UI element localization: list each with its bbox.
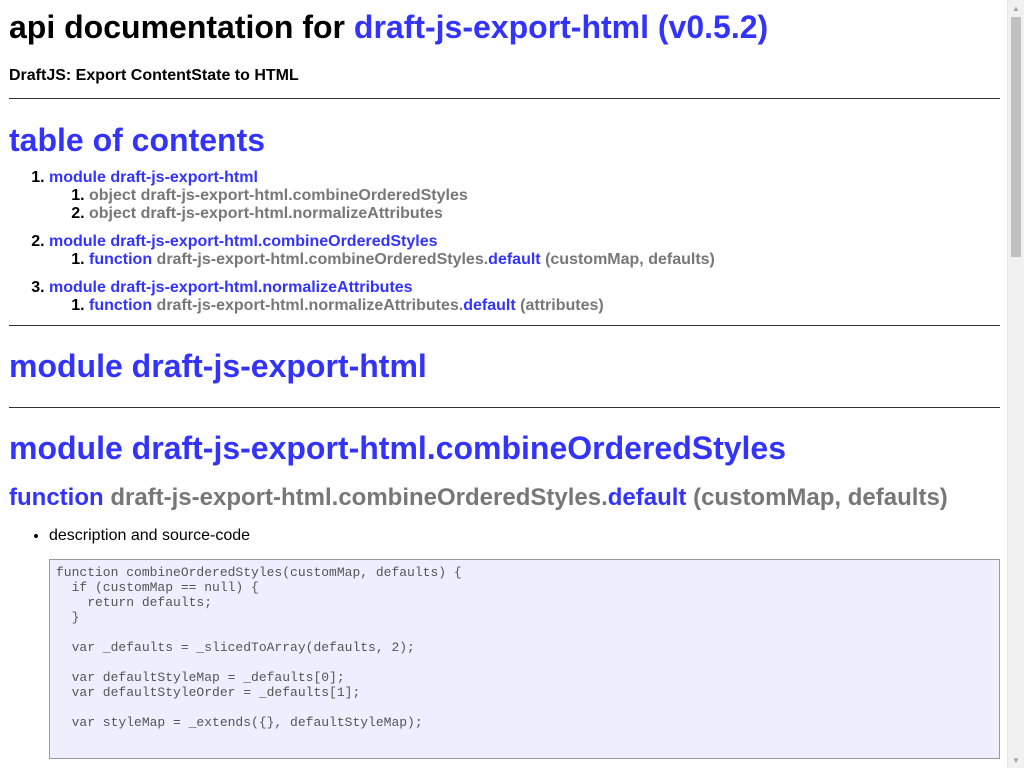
kind-keyword: function <box>89 251 153 268</box>
package-link[interactable]: draft-js-export-html (v0.5.2) <box>354 9 768 45</box>
toc-function-link[interactable]: function draft-js-export-html.combineOrd… <box>89 251 715 268</box>
toc-item-module-1: module draft-js-export-html object draft… <box>49 169 999 223</box>
description-item: description and source-code <box>49 527 999 545</box>
function-path: draft-js-export-html.combineOrderedStyle… <box>156 251 489 268</box>
function-path: draft-js-export-html.combineOrderedStyle… <box>110 484 608 511</box>
page-title: api documentation for draft-js-export-ht… <box>9 0 999 46</box>
kind-keyword: function <box>89 297 153 314</box>
module-heading[interactable]: module draft-js-export-html.combineOrder… <box>9 429 999 467</box>
module-heading[interactable]: module draft-js-export-html <box>9 347 999 385</box>
function-path: draft-js-export-html.normalizeAttributes… <box>156 297 464 314</box>
function-member: default <box>463 297 516 314</box>
api-doc-page: api documentation for draft-js-export-ht… <box>0 0 1007 759</box>
toc-list: module draft-js-export-html object draft… <box>9 169 999 315</box>
divider <box>9 325 1000 326</box>
toc-object-link[interactable]: object draft-js-export-html.combineOrder… <box>89 187 468 204</box>
toc-item-module-3: module draft-js-export-html.normalizeAtt… <box>49 279 999 315</box>
toc-sublist: function draft-js-export-html.normalizeA… <box>49 297 999 315</box>
toc-function-link[interactable]: function draft-js-export-html.normalizeA… <box>89 297 604 314</box>
toc-subitem: function draft-js-export-html.combineOrd… <box>89 251 999 269</box>
toc-heading-link[interactable]: table of contents <box>9 122 265 158</box>
source-code-block[interactable]: function combineOrderedStyles(customMap,… <box>49 559 1000 759</box>
scroll-down-arrow-icon[interactable]: ▼ <box>1008 752 1024 768</box>
divider <box>9 407 1000 408</box>
function-args: (customMap, defaults) <box>693 484 948 511</box>
toc-item-module-2: module draft-js-export-html.combineOrder… <box>49 233 999 269</box>
toc-subitem: object draft-js-export-html.normalizeAtt… <box>89 205 999 223</box>
page-viewport: api documentation for draft-js-export-ht… <box>0 0 1007 768</box>
package-description: DraftJS: Export ContentState to HTML <box>9 67 299 84</box>
scrollbar-thumb[interactable] <box>1011 17 1021 257</box>
toc-subitem: object draft-js-export-html.combineOrder… <box>89 187 999 205</box>
toc-heading[interactable]: table of contents <box>9 121 999 159</box>
function-heading[interactable]: function draft-js-export-html.combineOrd… <box>9 484 999 512</box>
toc-module-link[interactable]: module draft-js-export-html <box>49 169 258 186</box>
vertical-scrollbar[interactable]: ▲ ▼ <box>1007 0 1024 768</box>
divider <box>9 98 1000 99</box>
page-title-prefix: api documentation for <box>9 9 354 45</box>
toc-object-link[interactable]: object draft-js-export-html.normalizeAtt… <box>89 205 443 222</box>
toc-module-link[interactable]: module draft-js-export-html.normalizeAtt… <box>49 279 413 296</box>
description-list: description and source-code <box>9 527 999 545</box>
function-member: default <box>607 484 687 511</box>
toc-module-link[interactable]: module draft-js-export-html.combineOrder… <box>49 233 438 250</box>
function-member: default <box>488 251 541 268</box>
module-heading-link[interactable]: module draft-js-export-html <box>9 348 427 384</box>
function-heading-link[interactable]: function draft-js-export-html.combineOrd… <box>9 484 948 511</box>
function-args: (attributes) <box>520 297 604 314</box>
toc-sublist: object draft-js-export-html.combineOrder… <box>49 187 999 223</box>
toc-subitem: function draft-js-export-html.normalizeA… <box>89 297 999 315</box>
kind-keyword: function <box>9 484 104 511</box>
toc-sublist: function draft-js-export-html.combineOrd… <box>49 251 999 269</box>
module-heading-link[interactable]: module draft-js-export-html.combineOrder… <box>9 430 786 466</box>
function-args: (customMap, defaults) <box>545 251 715 268</box>
scroll-up-arrow-icon[interactable]: ▲ <box>1008 0 1024 16</box>
